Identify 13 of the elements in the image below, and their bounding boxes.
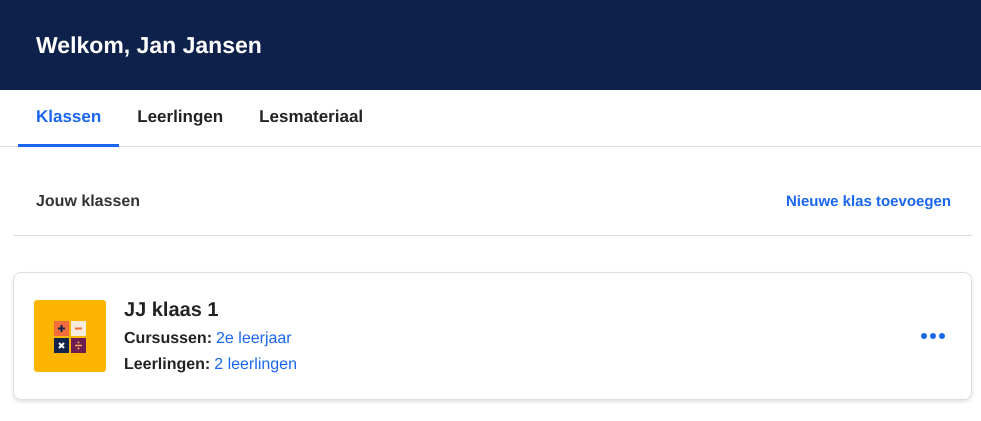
- field-label: Leerlingen:: [124, 356, 210, 372]
- tab[interactable]: Klassen: [18, 90, 120, 147]
- field-link[interactable]: 2e leerjaar: [216, 330, 292, 346]
- welcome-title: Welkom, Jan Jansen: [36, 32, 262, 58]
- add-class-link[interactable]: Nieuwe klas toevoegen: [786, 193, 951, 210]
- tab[interactable]: Leerlingen: [119, 90, 242, 147]
- math-icon: [34, 300, 106, 372]
- tab[interactable]: Lesmateriaal: [241, 90, 382, 147]
- class-name: JJ klaas 1: [124, 298, 220, 322]
- more-icon: [921, 333, 945, 339]
- field-link[interactable]: 2 leerlingen: [214, 356, 297, 372]
- field-label: Cursussen:: [124, 330, 212, 346]
- section-title: Jouw klassen: [36, 192, 140, 210]
